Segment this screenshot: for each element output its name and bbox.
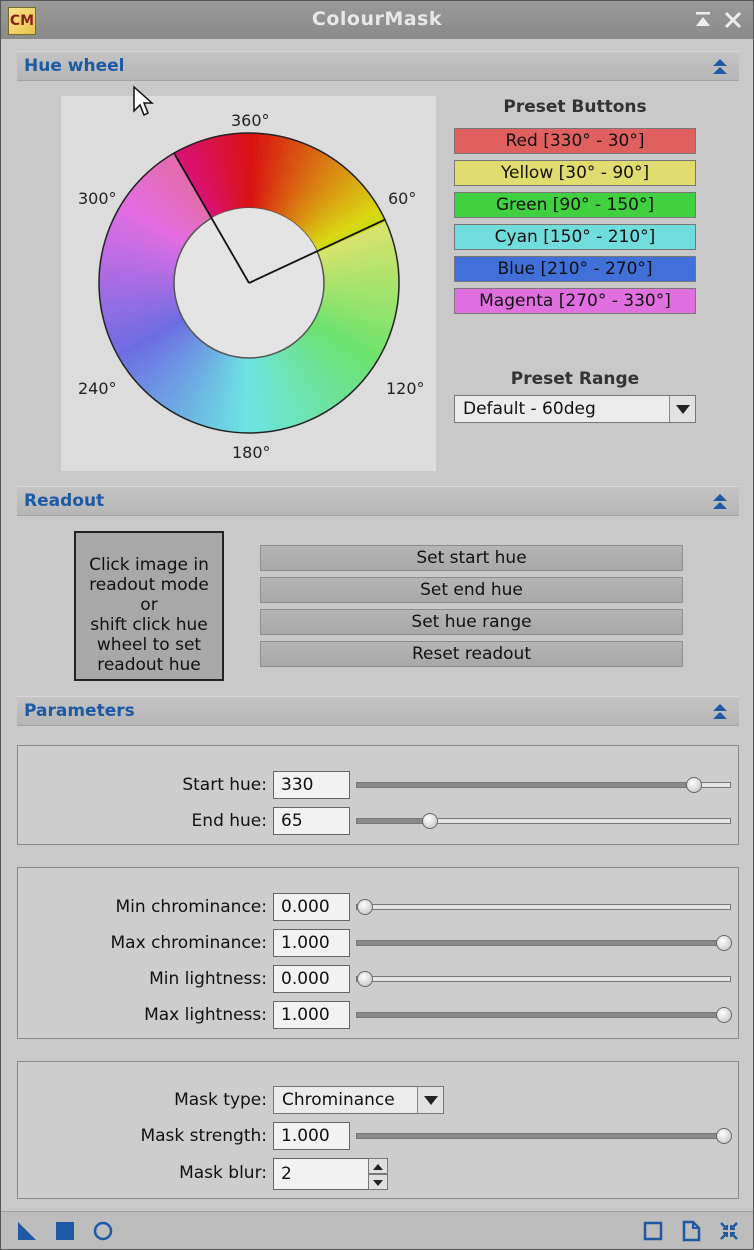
preset-blue-button[interactable]: Blue [210° - 270°]: [454, 256, 696, 282]
start-hue-label: Start hue:: [182, 775, 267, 795]
mask-type-value: Chrominance: [282, 1090, 395, 1110]
readout-hint-line: shift click hue: [90, 615, 208, 635]
max-lightness-slider-fill: [357, 1013, 730, 1017]
shade-window-icon[interactable]: [691, 8, 715, 32]
max-chrominance-slider[interactable]: [356, 935, 732, 951]
start-hue-slider[interactable]: [356, 777, 731, 793]
collapse-parameters-icon[interactable]: [711, 702, 729, 720]
min-lightness-field[interactable]: 0.000: [273, 965, 350, 993]
end-hue-label: End hue:: [191, 811, 267, 831]
hue-wheel-section-title: Hue wheel: [24, 56, 125, 76]
max-chrominance-slider-thumb[interactable]: [716, 935, 732, 951]
mask-blur-field[interactable]: 2: [273, 1158, 369, 1190]
end-hue-field[interactable]: 65: [273, 807, 350, 835]
min-lightness-slider-thumb[interactable]: [357, 971, 373, 987]
close-window-icon[interactable]: [721, 8, 745, 32]
readout-hint-line: readout hue: [97, 655, 201, 675]
readout-hint-line: readout mode or: [89, 575, 209, 615]
max-lightness-field[interactable]: 1.000: [273, 1001, 350, 1029]
reset-readout-button[interactable]: Reset readout: [260, 641, 683, 667]
mouse-cursor-icon: [133, 85, 154, 117]
hue-wheel-section-bar[interactable]: Hue wheel: [17, 51, 739, 81]
start-hue-slider-fill: [357, 783, 700, 787]
preset-magenta-button[interactable]: Magenta [270° - 330°]: [454, 288, 696, 314]
window-title: ColourMask: [311, 8, 443, 30]
parameters-section-title: Parameters: [24, 701, 135, 721]
wheel-label-360: 360°: [231, 111, 270, 130]
wheel-label-60: 60°: [388, 189, 417, 208]
mask-strength-label: Mask strength:: [140, 1126, 267, 1146]
preview-icon[interactable]: [642, 1220, 664, 1242]
min-chrominance-field[interactable]: 0.000: [273, 893, 350, 921]
end-hue-slider-fill: [357, 819, 425, 823]
new-instance-icon[interactable]: [16, 1220, 38, 1242]
max-chrominance-field[interactable]: 1.000: [273, 929, 350, 957]
title-bar: CM ColourMask: [1, 1, 753, 39]
chevron-up-icon: [373, 1164, 383, 1170]
chevron-down-icon[interactable]: [417, 1087, 443, 1113]
hue-wheel[interactable]: 360° 60° 120° 180° 240° 300°: [61, 96, 436, 471]
min-chrominance-slider-thumb[interactable]: [357, 899, 373, 915]
mask-strength-slider-fill: [357, 1134, 730, 1138]
mask-blur-label: Mask blur:: [179, 1163, 267, 1183]
min-lightness-label: Min lightness:: [149, 969, 267, 989]
set-hue-range-button[interactable]: Set hue range: [260, 609, 683, 635]
wheel-label-120: 120°: [386, 379, 425, 398]
mask-strength-field[interactable]: 1.000: [273, 1122, 350, 1150]
readout-hint-line: Click image in: [89, 555, 209, 575]
max-lightness-label: Max lightness:: [144, 1005, 267, 1025]
set-start-hue-button[interactable]: Set start hue: [260, 545, 683, 571]
readout-section-title: Readout: [24, 491, 105, 511]
preset-green-button[interactable]: Green [90° - 150°]: [454, 192, 696, 218]
preset-cyan-button[interactable]: Cyan [150° - 210°]: [454, 224, 696, 250]
max-chrominance-slider-fill: [357, 941, 730, 945]
preset-range-heading: Preset Range: [510, 369, 640, 389]
readout-section-bar[interactable]: Readout: [17, 486, 739, 516]
hue-wheel-graphic[interactable]: [61, 96, 436, 471]
parameters-section-bar[interactable]: Parameters: [17, 696, 739, 726]
collapse-readout-icon[interactable]: [711, 492, 729, 510]
apply-icon[interactable]: [54, 1220, 76, 1242]
end-hue-slider-thumb[interactable]: [421, 813, 438, 829]
apply-global-icon[interactable]: [92, 1220, 114, 1242]
document-icon[interactable]: [680, 1220, 702, 1242]
min-chrominance-label: Min chrominance:: [115, 897, 268, 917]
max-lightness-slider[interactable]: [356, 1007, 732, 1023]
set-end-hue-button[interactable]: Set end hue: [260, 577, 683, 603]
max-chrominance-label: Max chrominance:: [110, 933, 267, 953]
chevron-down-icon: [373, 1180, 383, 1186]
wheel-label-300: 300°: [78, 189, 117, 208]
mask-blur-decrement-button[interactable]: [368, 1174, 388, 1190]
mask-strength-slider[interactable]: [356, 1128, 732, 1144]
max-lightness-slider-thumb[interactable]: [716, 1007, 732, 1023]
start-hue-field[interactable]: 330: [273, 771, 350, 799]
preset-red-button[interactable]: Red [330° - 30°]: [454, 128, 696, 154]
end-hue-slider[interactable]: [356, 813, 731, 829]
reset-icon[interactable]: [718, 1220, 740, 1242]
bottom-toolbar: [1, 1211, 753, 1249]
colourmask-window: CM ColourMask Hue wheel 360° 60° 120° 18…: [0, 0, 754, 1250]
mask-type-label: Mask type:: [174, 1090, 267, 1110]
chevron-down-icon[interactable]: [669, 396, 695, 422]
min-chrominance-slider[interactable]: [356, 899, 731, 915]
collapse-hue-wheel-icon[interactable]: [711, 57, 729, 75]
preset-range-select[interactable]: Default - 60deg: [454, 395, 696, 423]
preset-buttons-heading: Preset Buttons: [503, 97, 647, 117]
readout-swatch: Click image in readout mode or shift cli…: [74, 531, 224, 681]
readout-hint-line: wheel to set: [96, 635, 202, 655]
wheel-label-240: 240°: [78, 379, 117, 398]
preset-range-value: Default - 60deg: [463, 399, 596, 419]
preset-yellow-button[interactable]: Yellow [30° - 90°]: [454, 160, 696, 186]
mask-blur-increment-button[interactable]: [368, 1158, 388, 1174]
wheel-label-180: 180°: [232, 443, 271, 462]
min-lightness-slider[interactable]: [356, 971, 731, 987]
mask-strength-slider-thumb[interactable]: [716, 1128, 732, 1144]
mask-type-select[interactable]: Chrominance: [273, 1086, 444, 1114]
